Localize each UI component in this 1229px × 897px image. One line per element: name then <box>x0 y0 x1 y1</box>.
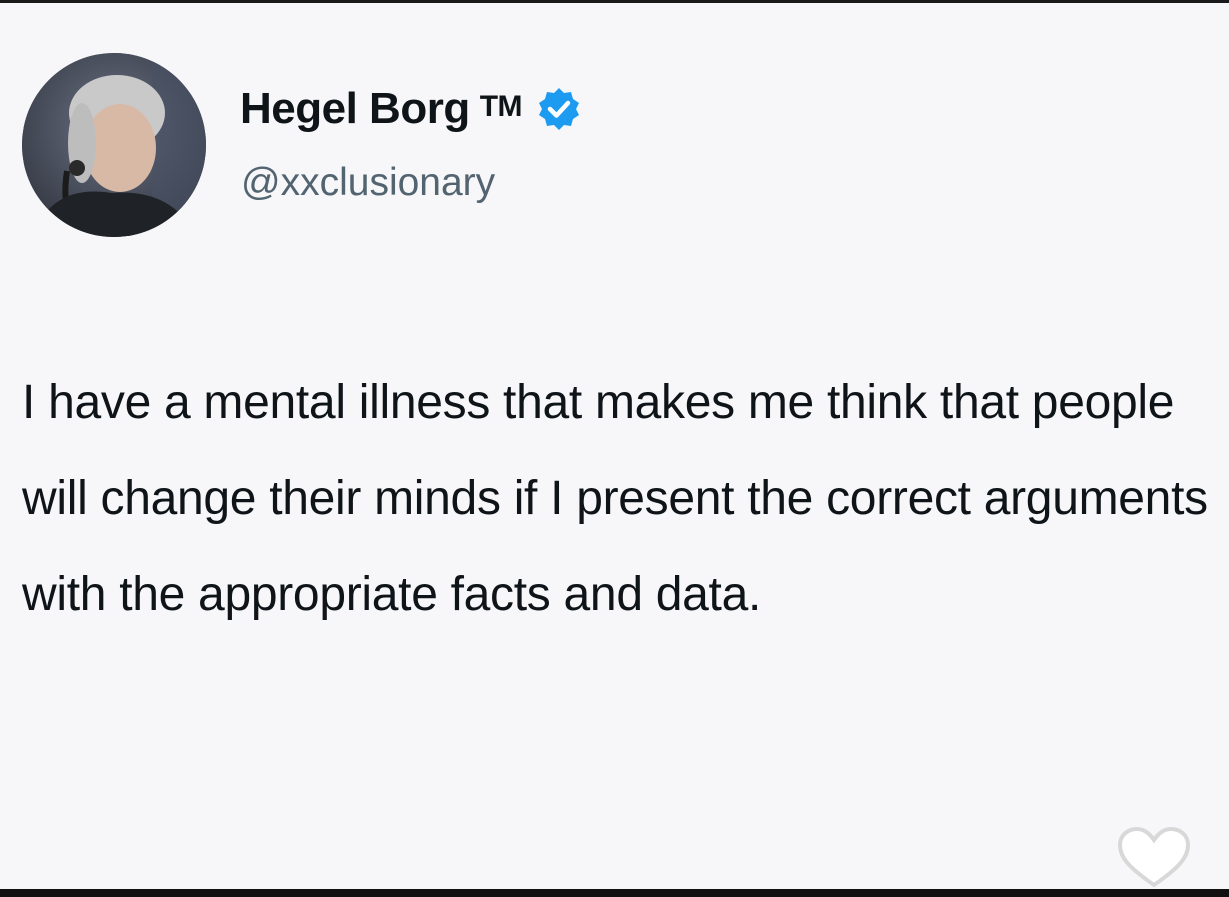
display-name-text: Hegel Borg <box>240 84 470 133</box>
avatar[interactable] <box>22 53 206 237</box>
tweet-screenshot: Hegel Borg TM @xxclusionary I have a men… <box>0 0 1229 897</box>
tweet-text: I have a mental illness that makes me th… <box>22 376 1208 621</box>
avatar-photo <box>22 53 206 237</box>
verified-badge-icon <box>536 86 582 132</box>
display-name-suffix: TM <box>479 90 523 123</box>
heart-icon[interactable] <box>1114 825 1194 889</box>
user-handle[interactable]: @xxclusionary <box>241 159 495 207</box>
display-name[interactable]: Hegel Borg TM <box>240 81 582 137</box>
